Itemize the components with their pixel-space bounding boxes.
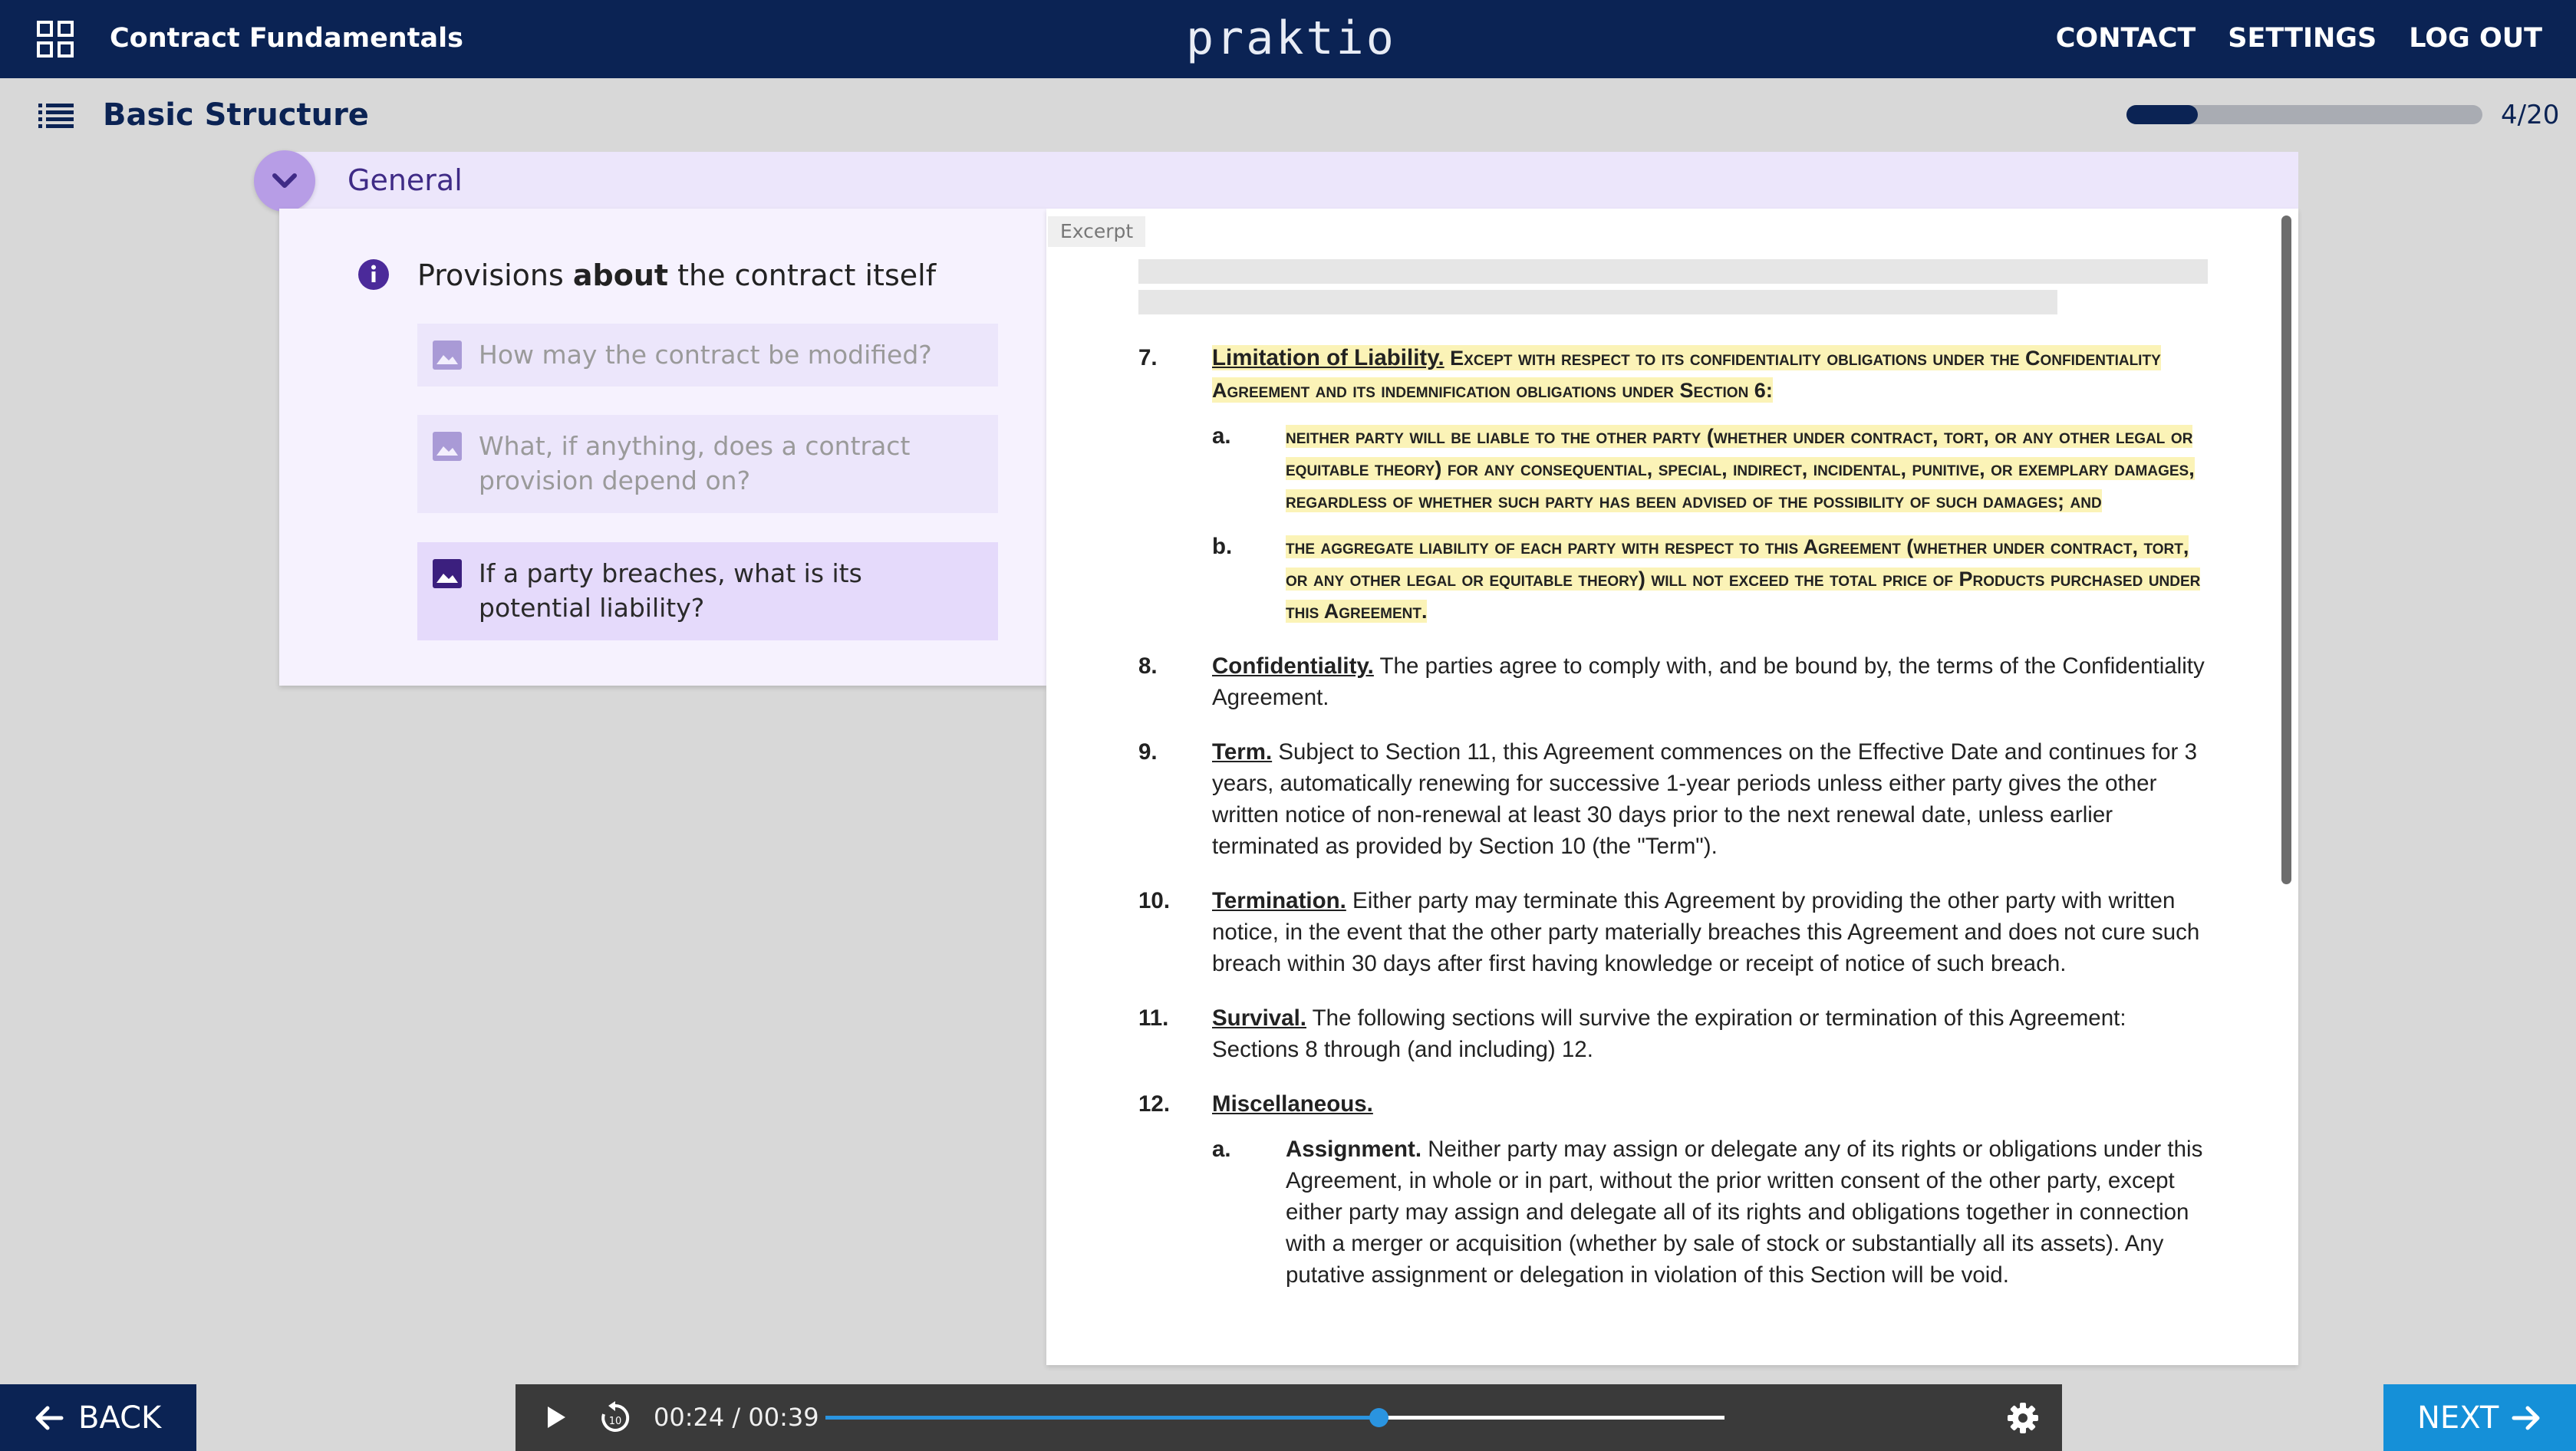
grid-icon[interactable] xyxy=(37,21,74,58)
svg-text:10: 10 xyxy=(609,1416,622,1427)
clause-title: Miscellaneous. xyxy=(1212,1091,1373,1117)
subclause-a: a. neither party will be liable to the o… xyxy=(1212,420,2212,517)
replay-10-icon[interactable]: 10 xyxy=(598,1401,632,1435)
clause-title: Termination. xyxy=(1212,888,1346,913)
provisions-heading: Provisions about the contract itself xyxy=(417,258,937,292)
subclause-number: a. xyxy=(1212,423,1231,449)
image-icon xyxy=(433,559,462,588)
redacted-line xyxy=(1138,290,2057,314)
clause-title: Survival. xyxy=(1212,1005,1306,1031)
arrow-right-icon xyxy=(2512,1406,2540,1430)
question-text: How may the contract be modified? xyxy=(479,340,932,370)
subclause-text: Neither party may assign or delegate any… xyxy=(1286,1137,2203,1288)
clause-number: 12. xyxy=(1138,1091,1171,1117)
question-item[interactable]: What, if anything, does a contract provi… xyxy=(417,415,998,513)
clause-8: 8. Confidentiality. The parties agree to… xyxy=(1138,650,2212,713)
lesson-progress-text: 4/20 xyxy=(2501,100,2560,130)
clause-list: 7. Limitation of Liability. Except with … xyxy=(1138,342,2212,1314)
audio-player: 10 00:24 / 00:39 xyxy=(516,1384,2062,1451)
subclause-b: b. the aggregate liability of each party… xyxy=(1212,531,2212,627)
clause-number: 11. xyxy=(1138,1005,1169,1031)
back-button[interactable]: BACK xyxy=(0,1384,196,1451)
clause-10: 10. Termination. Either party may termin… xyxy=(1138,885,2212,979)
clause-highlight: Limitation of Liability. Except with res… xyxy=(1212,345,2161,403)
settings-link[interactable]: SETTINGS xyxy=(2228,21,2377,55)
clause-text: Either party may terminate this Agreemen… xyxy=(1212,888,2200,976)
subclause-number: b. xyxy=(1212,534,1233,559)
brand-logo: praktio xyxy=(1186,12,1396,65)
contact-link[interactable]: CONTACT xyxy=(2056,21,2196,55)
subclause-a: a. Assignment. Neither party may assign … xyxy=(1212,1133,2212,1291)
back-label: BACK xyxy=(78,1400,162,1436)
clause-number: 7. xyxy=(1138,345,1158,370)
lesson-progress-fill xyxy=(2126,105,2198,124)
redacted-line xyxy=(1138,259,2208,284)
course-title: Contract Fundamentals xyxy=(110,23,463,54)
clause-12: 12. Miscellaneous. a. Assignment. Neithe… xyxy=(1138,1088,2212,1291)
logout-link[interactable]: LOG OUT xyxy=(2409,21,2542,55)
clause-text: Subject to Section 11, this Agreement co… xyxy=(1212,739,2197,859)
play-icon[interactable] xyxy=(545,1404,568,1430)
clause-title: Limitation of Liability. xyxy=(1212,345,1444,370)
question-item-active[interactable]: If a party breaches, what is its potenti… xyxy=(417,542,998,640)
question-text: What, if anything, does a contract provi… xyxy=(479,431,911,495)
subclause-text: the aggregate liability of each party wi… xyxy=(1286,535,2201,623)
document-scrollbar[interactable] xyxy=(2281,216,2291,884)
question-item[interactable]: How may the contract be modified? xyxy=(417,324,998,387)
subclause-number: a. xyxy=(1212,1137,1231,1162)
clause-11: 11. Survival. The following sections wil… xyxy=(1138,1002,2212,1065)
list-icon[interactable] xyxy=(38,103,74,129)
next-label: NEXT xyxy=(2417,1400,2499,1436)
panel-label: General xyxy=(348,163,463,197)
subclause-title: Assignment. xyxy=(1286,1137,1422,1162)
clause-9: 9. Term. Subject to Section 11, this Agr… xyxy=(1138,736,2212,862)
chevron-down-icon xyxy=(272,173,297,188)
player-seek-handle[interactable] xyxy=(1369,1408,1389,1427)
clause-number: 10. xyxy=(1138,888,1171,913)
clause-number: 8. xyxy=(1138,653,1158,679)
panel-header[interactable] xyxy=(279,152,2298,209)
question-text: If a party breaches, what is its potenti… xyxy=(479,558,862,623)
image-icon xyxy=(433,432,462,461)
arrow-left-icon xyxy=(35,1406,64,1430)
clause-title: Term. xyxy=(1212,739,1273,765)
next-button[interactable]: NEXT xyxy=(2383,1384,2576,1451)
lesson-progress-bar xyxy=(2126,105,2482,124)
clause-title: Confidentiality. xyxy=(1212,653,1374,679)
player-seek-fill xyxy=(825,1416,1379,1420)
player-time: 00:24 / 00:39 xyxy=(654,1403,819,1432)
image-icon xyxy=(433,341,462,370)
clause-number: 9. xyxy=(1138,739,1158,765)
collapse-button[interactable] xyxy=(254,150,315,212)
top-bar: Contract Fundamentals praktio CONTACT SE… xyxy=(0,0,2576,78)
player-seek-bar[interactable] xyxy=(825,1408,1724,1427)
clause-text: The following sections will survive the … xyxy=(1212,1005,2126,1062)
subclause-text: neither party will be liable to the othe… xyxy=(1286,425,2195,512)
gear-icon[interactable] xyxy=(2007,1402,2039,1434)
excerpt-tag: Excerpt xyxy=(1048,216,1146,247)
info-icon xyxy=(358,259,389,290)
top-nav: CONTACT SETTINGS LOG OUT xyxy=(2056,21,2542,55)
section-title: Basic Structure xyxy=(103,97,369,133)
clause-7: 7. Limitation of Liability. Except with … xyxy=(1138,342,2212,627)
